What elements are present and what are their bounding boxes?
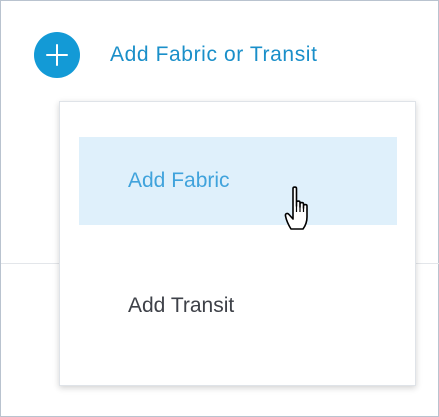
add-dropdown-menu: Add Fabric Add Transit bbox=[59, 101, 416, 386]
add-fabric-or-transit-label: Add Fabric or Transit bbox=[110, 43, 318, 66]
menu-item-add-fabric[interactable]: Add Fabric bbox=[79, 137, 397, 225]
plus-circle-icon[interactable] bbox=[34, 32, 80, 78]
page-panel: Add Fabric or Transit Add Fabric Add Tra… bbox=[0, 0, 439, 417]
add-fabric-or-transit-button[interactable]: Add Fabric or Transit bbox=[34, 32, 318, 78]
menu-item-add-transit[interactable]: Add Transit bbox=[79, 262, 397, 350]
